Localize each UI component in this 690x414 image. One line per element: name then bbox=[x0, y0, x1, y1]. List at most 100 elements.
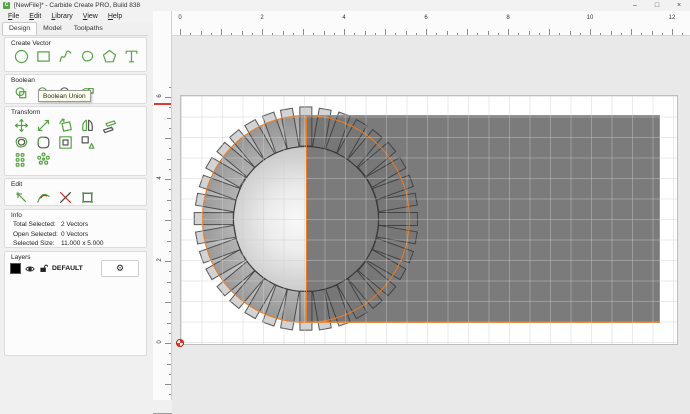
gear-tooth-vector[interactable] bbox=[194, 193, 237, 213]
gear-tooth-vector[interactable] bbox=[299, 107, 313, 147]
boolean-union-tool-icon bbox=[13, 85, 30, 102]
menu-help[interactable]: Help bbox=[103, 11, 127, 22]
gear-tooth-vector[interactable] bbox=[216, 260, 255, 296]
text-tool-icon bbox=[123, 48, 140, 65]
gear-tooth-vector[interactable] bbox=[261, 284, 288, 327]
gear-tooth-vector[interactable] bbox=[336, 118, 368, 160]
align-tool[interactable] bbox=[76, 134, 98, 151]
gear-tooth-vector[interactable] bbox=[365, 157, 407, 189]
gear-tooth-vector[interactable] bbox=[347, 270, 384, 309]
closed-curve-tool[interactable] bbox=[76, 48, 98, 65]
move-tool[interactable] bbox=[10, 117, 32, 134]
section-info: Info Total Selected: 2 Vectors Open Sele… bbox=[4, 209, 147, 248]
ruler-tick bbox=[303, 29, 304, 35]
ruler-tick bbox=[395, 32, 397, 35]
polygon-tool[interactable] bbox=[98, 48, 120, 65]
menubar: File Edit Library View Help bbox=[0, 11, 153, 22]
unlock-icon[interactable] bbox=[39, 264, 48, 273]
gear-tooth-vector[interactable] bbox=[216, 142, 255, 178]
node-edit-tool[interactable] bbox=[10, 189, 32, 206]
eye-icon[interactable] bbox=[25, 264, 35, 274]
gear-tooth-vector[interactable] bbox=[324, 111, 351, 154]
gear-tooth-vector[interactable] bbox=[357, 260, 396, 296]
gear-tooth-vector[interactable] bbox=[312, 288, 332, 331]
gear-tooth-vector[interactable] bbox=[205, 157, 247, 189]
rectangle-vector-outline[interactable] bbox=[306, 115, 660, 324]
gear-tooth-vector[interactable] bbox=[244, 278, 276, 320]
gear-tooth-vector[interactable] bbox=[375, 225, 418, 245]
gear-tooth-vector[interactable] bbox=[365, 249, 407, 281]
circle-tool[interactable] bbox=[10, 48, 32, 65]
ruler-label: 12 bbox=[668, 15, 676, 21]
gear-tooth-vector[interactable] bbox=[261, 111, 288, 154]
circle-vector-outline[interactable] bbox=[201, 114, 411, 324]
layer-settings-button[interactable]: ⚙ bbox=[101, 260, 139, 277]
gear-tooth-vector[interactable] bbox=[378, 212, 418, 226]
gear-tooth-vector[interactable] bbox=[229, 270, 265, 309]
gear-tooth-vector[interactable] bbox=[299, 291, 313, 331]
gear-tooth-vector[interactable] bbox=[357, 142, 396, 178]
gear-tooth-vector[interactable] bbox=[324, 284, 351, 327]
ruler-tick bbox=[590, 29, 591, 35]
linear-array-tool[interactable] bbox=[10, 151, 32, 168]
round-corners-tool[interactable] bbox=[32, 134, 54, 151]
nested-offset-tool[interactable] bbox=[54, 134, 76, 151]
ruler-tick bbox=[528, 30, 530, 35]
circle-vector-fill[interactable] bbox=[201, 114, 411, 324]
scale-tool-icon bbox=[35, 117, 52, 134]
stock-area[interactable] bbox=[180, 95, 678, 345]
mirror-tool-icon bbox=[79, 117, 96, 134]
scale-tool[interactable] bbox=[32, 117, 54, 134]
design-canvas[interactable] bbox=[172, 36, 690, 414]
inner-circle-vector[interactable] bbox=[233, 146, 380, 292]
ruler-tick bbox=[559, 32, 561, 35]
curve-edit-tool[interactable] bbox=[32, 189, 54, 206]
maximize-button[interactable]: □ bbox=[646, 0, 668, 11]
gear-tooth-vector[interactable] bbox=[198, 237, 241, 264]
layer-row-default[interactable]: DEFAULT ⚙ bbox=[10, 260, 141, 277]
gear-tooth-vector[interactable] bbox=[229, 129, 265, 168]
menu-library[interactable]: Library bbox=[46, 11, 77, 22]
ruler-tick bbox=[579, 32, 581, 35]
gear-tooth-vector[interactable] bbox=[312, 107, 332, 150]
gear-tooth-vector[interactable] bbox=[205, 249, 247, 281]
gear-tooth-vector[interactable] bbox=[375, 193, 418, 213]
trim-tool[interactable] bbox=[54, 189, 76, 206]
gear-tooth-vector[interactable] bbox=[280, 107, 300, 150]
gear-tooth-vector[interactable] bbox=[194, 225, 237, 245]
gear-tooth-vector[interactable] bbox=[371, 174, 414, 201]
gear-tooth-vector[interactable] bbox=[347, 129, 384, 168]
ruler-tick bbox=[518, 32, 520, 35]
gear-tooth-vector[interactable] bbox=[198, 174, 241, 201]
gear-tooth-vector[interactable] bbox=[336, 278, 368, 320]
close-button[interactable]: × bbox=[668, 0, 690, 11]
tab-design[interactable]: Design bbox=[2, 22, 38, 35]
circular-array-tool[interactable] bbox=[32, 151, 54, 168]
gear-tooth-vector[interactable] bbox=[371, 237, 414, 264]
rectangle-tool-icon bbox=[35, 48, 52, 65]
gear-tooth-vector[interactable] bbox=[280, 288, 300, 331]
text-tool[interactable] bbox=[120, 48, 142, 65]
ruler-tick bbox=[210, 32, 212, 35]
layer-color-swatch[interactable] bbox=[10, 263, 21, 274]
close-path-tool[interactable] bbox=[76, 189, 98, 206]
mirror-tool[interactable] bbox=[76, 117, 98, 134]
rectangle-tool[interactable] bbox=[32, 48, 54, 65]
ruler-tick bbox=[631, 29, 632, 35]
ruler-tick bbox=[415, 32, 417, 35]
gear-tooth-vector[interactable] bbox=[194, 212, 234, 226]
menu-file[interactable]: File bbox=[3, 11, 24, 22]
menu-view[interactable]: View bbox=[78, 11, 103, 22]
gear-tooth-vector[interactable] bbox=[244, 118, 276, 160]
menu-edit[interactable]: Edit bbox=[24, 11, 46, 22]
shear-tool[interactable] bbox=[98, 117, 120, 134]
tab-model[interactable]: Model bbox=[37, 22, 68, 35]
minimize-button[interactable]: – bbox=[624, 0, 646, 11]
rectangle-vector-fill[interactable] bbox=[306, 115, 660, 324]
ruler-tick bbox=[569, 30, 571, 35]
offset-tool[interactable] bbox=[10, 134, 32, 151]
boolean-union-tool[interactable] bbox=[10, 85, 32, 102]
rotate-tool[interactable] bbox=[54, 117, 76, 134]
tab-toolpaths[interactable]: Toolpaths bbox=[68, 22, 109, 35]
curve-tool[interactable] bbox=[54, 48, 76, 65]
